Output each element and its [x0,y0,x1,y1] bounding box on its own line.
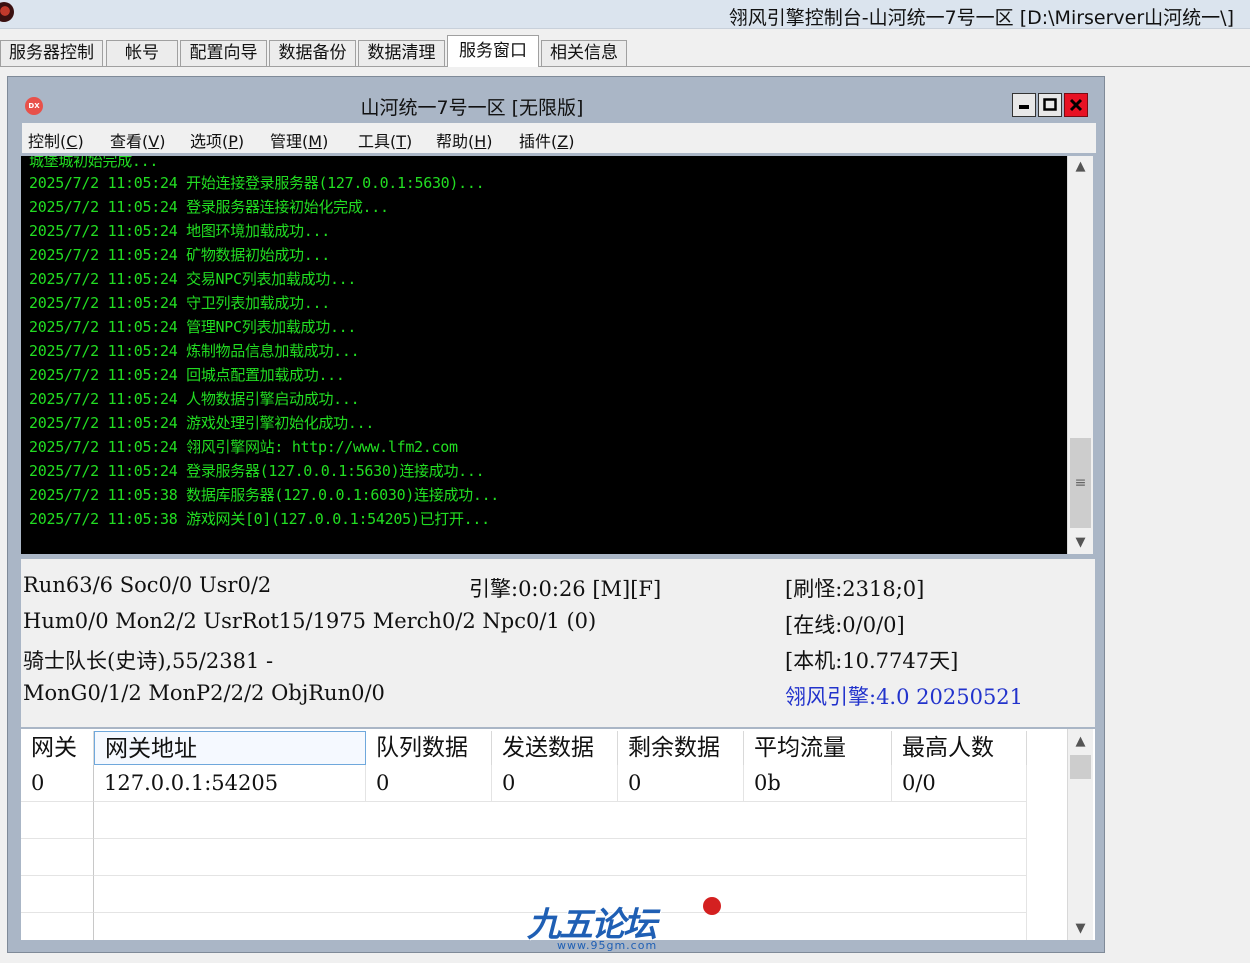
col-max-users[interactable]: 最高人数 [892,731,1027,765]
server-window-title: 山河统一7号一区 [无限版] [360,97,584,119]
maximize-icon [1043,98,1057,111]
status-run: Run63/6 Soc0/0 Usr0/2 [23,573,272,597]
menu-options[interactable]: 选项(P) [190,128,244,152]
table-cell[interactable]: 127.0.0.1:54205 [94,765,366,802]
status-hum: Hum0/0 Mon2/2 UsrRot15/1975 Merch0/2 Npc… [23,609,597,633]
minimize-icon [1019,105,1029,109]
tab-service-window[interactable]: 服务窗口 [447,35,539,67]
scroll-down-icon[interactable]: ▼ [1068,918,1093,940]
app-icon [0,2,14,22]
col-gateway-address[interactable]: 网关地址 [94,731,366,765]
status-mon: MonG0/1/2 MonP2/2/2 ObjRun0/0 [23,681,385,705]
watermark-badge-icon [703,897,721,915]
maximize-button[interactable] [1038,93,1062,117]
status-spawn: [刷怪:2318;0] [785,577,925,601]
scroll-up-icon[interactable]: ▲ [1068,731,1093,753]
log-line: 2025/7/2 11:05:24 翎风引擎网站: http://www.lfm… [29,438,458,456]
log-line: 2025/7/2 11:05:24 交易NPC列表加载成功... [29,270,357,288]
col-gateway[interactable]: 网关 [21,731,94,765]
table-cell[interactable]: 0 [492,765,618,802]
table-cell[interactable] [21,913,94,940]
status-online: [在线:0/0/0] [785,613,905,637]
watermark-logo: 九五论坛 www.95gm.com [527,897,721,957]
col-queue-data[interactable]: 队列数据 [366,731,492,765]
table-cell[interactable] [21,839,94,876]
log-line: 2025/7/2 11:05:24 登录服务器(127.0.0.1:5630)连… [29,462,485,480]
scroll-up-icon[interactable]: ▲ [1068,156,1093,178]
scroll-thumb[interactable]: ≡ [1070,438,1091,528]
table-cell[interactable]: 0 [21,765,94,802]
status-machine: [本机:10.7747天] [785,649,959,673]
log-line: 城堡城初始完成... [29,156,159,170]
table-row[interactable] [94,802,1027,839]
menu-manage[interactable]: 管理(M) [270,128,328,152]
close-icon [1069,98,1083,112]
log-scrollbar[interactable]: ▲ ≡ ▼ [1067,156,1093,554]
scroll-down-icon[interactable]: ▼ [1068,532,1093,554]
menu-control[interactable]: 控制(C) [28,128,84,152]
menu-tools[interactable]: 工具(T) [358,128,412,152]
menu-view[interactable]: 查看(V) [110,128,165,152]
minimize-button[interactable] [1012,93,1036,117]
table-cell[interactable]: 0 [366,765,492,802]
log-line: 2025/7/2 11:05:24 回城点配置加载成功... [29,366,345,384]
log-line: 2025/7/2 11:05:24 矿物数据初始成功... [29,246,330,264]
table-cell[interactable]: 0/0 [892,765,1027,802]
status-panel: Run63/6 Soc0/0 Usr0/2 引擎:0:0:26 [M][F] [… [21,559,1095,727]
tab-account[interactable]: 帐号 [106,40,178,66]
log-line: 2025/7/2 11:05:38 游戏网关[0](127.0.0.1:5420… [29,510,490,528]
log-line: 2025/7/2 11:05:24 炼制物品信息加载成功... [29,342,360,360]
table-cell[interactable]: 0 [618,765,744,802]
status-engine-uptime: 引擎:0:0:26 [M][F] [469,577,662,601]
col-avg-traffic[interactable]: 平均流量 [744,731,892,765]
log-line: 2025/7/2 11:05:24 游戏处理引擎初始化成功... [29,414,375,432]
col-remaining-data[interactable]: 剩余数据 [618,731,744,765]
col-send-data[interactable]: 发送数据 [492,731,618,765]
log-line: 2025/7/2 11:05:24 人物数据引擎启动成功... [29,390,360,408]
tab-related-info[interactable]: 相关信息 [541,40,627,66]
close-button[interactable] [1064,93,1088,117]
tab-data-cleanup[interactable]: 数据清理 [358,40,445,66]
engine-version[interactable]: 翎风引擎:4.0 20250521 [785,681,1023,711]
table-scrollbar[interactable]: ▲ ▼ [1067,729,1093,940]
log-line: 2025/7/2 11:05:24 地图环境加载成功... [29,222,330,240]
tab-bar-divider [0,66,1250,67]
scroll-thumb[interactable] [1070,755,1091,779]
log-line: 2025/7/2 11:05:38 数据库服务器(127.0.0.1:6030)… [29,486,500,504]
table-cell[interactable]: 0b [744,765,892,802]
log-line: 2025/7/2 11:05:24 开始连接登录服务器(127.0.0.1:56… [29,174,485,192]
watermark-url: www.95gm.com [557,939,658,952]
tab-server-control[interactable]: 服务器控制 [0,40,103,66]
status-boss: 骑士队长(史诗),55/2381 - [23,649,274,673]
table-cell[interactable] [21,876,94,913]
app-title: 翎风引擎控制台-山河统一7号一区 [D:\Mirserver山河统一\] [728,7,1234,29]
log-line: 2025/7/2 11:05:24 登录服务器连接初始化完成... [29,198,389,216]
log-line: 2025/7/2 11:05:24 管理NPC列表加载成功... [29,318,357,336]
app-title-bar: 翎风引擎控制台-山河统一7号一区 [D:\Mirserver山河统一\] [0,0,1250,29]
tab-config-wizard[interactable]: 配置向导 [180,40,267,66]
server-window-titlebar: DX 山河统一7号一区 [无限版] [22,91,1096,121]
log-console[interactable]: 城堡城初始完成... 2025/7/2 11:05:24 开始连接登录服务器(1… [21,156,1067,554]
menu-plugins[interactable]: 插件(Z) [519,128,574,152]
table-cell[interactable] [21,802,94,839]
tab-data-backup[interactable]: 数据备份 [269,40,356,66]
server-window: DX 山河统一7号一区 [无限版] 控制(C) 查看(V) 选项(P) 管理(M… [7,76,1105,953]
table-row[interactable] [94,839,1027,876]
log-line: 2025/7/2 11:05:24 守卫列表加载成功... [29,294,330,312]
menu-bar: 控制(C) 查看(V) 选项(P) 管理(M) 工具(T) 帮助(H) 插件(Z… [22,123,1096,153]
menu-help[interactable]: 帮助(H) [436,128,493,152]
